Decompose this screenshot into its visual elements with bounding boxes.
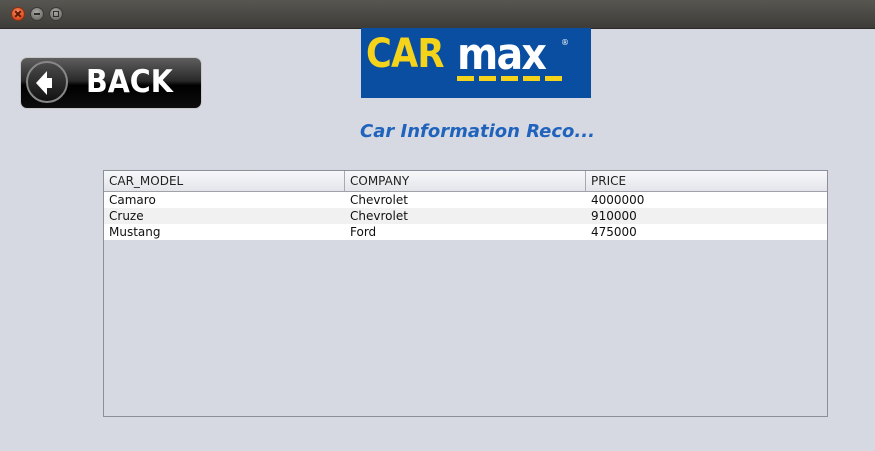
column-header-price[interactable]: PRICE bbox=[586, 171, 827, 191]
minimize-window-icon[interactable] bbox=[30, 7, 44, 21]
column-header-car-model[interactable]: CAR_MODEL bbox=[104, 171, 345, 191]
carmax-logo: CAR max ® bbox=[361, 28, 591, 98]
table-row[interactable]: Mustang Ford 475000 bbox=[104, 224, 827, 240]
column-header-company[interactable]: COMPANY bbox=[345, 171, 586, 191]
cell-price[interactable]: 475000 bbox=[586, 224, 827, 240]
cell-price[interactable]: 4000000 bbox=[586, 192, 827, 208]
table-row[interactable]: Cruze Chevrolet 910000 bbox=[104, 208, 827, 224]
table-body: Camaro Chevrolet 4000000 Cruze Chevrolet… bbox=[104, 192, 827, 240]
back-arrow-icon bbox=[26, 61, 68, 103]
cell-car-model[interactable]: Mustang bbox=[104, 224, 345, 240]
page-title: Car Information Reco... bbox=[360, 121, 595, 142]
back-button[interactable]: BACK bbox=[21, 58, 201, 108]
close-window-icon[interactable] bbox=[11, 7, 25, 21]
logo-text-car: CAR bbox=[366, 31, 444, 77]
cell-company[interactable]: Ford bbox=[345, 224, 586, 240]
title-bar bbox=[0, 0, 875, 29]
app-window: BACK CAR max ® Car Information Reco... C… bbox=[0, 0, 875, 451]
back-button-label: BACK bbox=[86, 64, 173, 100]
logo-dashes bbox=[457, 76, 562, 81]
car-info-table[interactable]: CAR_MODEL COMPANY PRICE Camaro Chevrolet… bbox=[103, 170, 828, 417]
cell-car-model[interactable]: Cruze bbox=[104, 208, 345, 224]
table-row[interactable]: Camaro Chevrolet 4000000 bbox=[104, 192, 827, 208]
cell-car-model[interactable]: Camaro bbox=[104, 192, 345, 208]
logo-text-max: max bbox=[457, 29, 547, 80]
logo-registered-mark: ® bbox=[561, 38, 569, 47]
maximize-window-icon[interactable] bbox=[49, 7, 63, 21]
table-header: CAR_MODEL COMPANY PRICE bbox=[104, 171, 827, 192]
cell-company[interactable]: Chevrolet bbox=[345, 208, 586, 224]
cell-company[interactable]: Chevrolet bbox=[345, 192, 586, 208]
cell-price[interactable]: 910000 bbox=[586, 208, 827, 224]
